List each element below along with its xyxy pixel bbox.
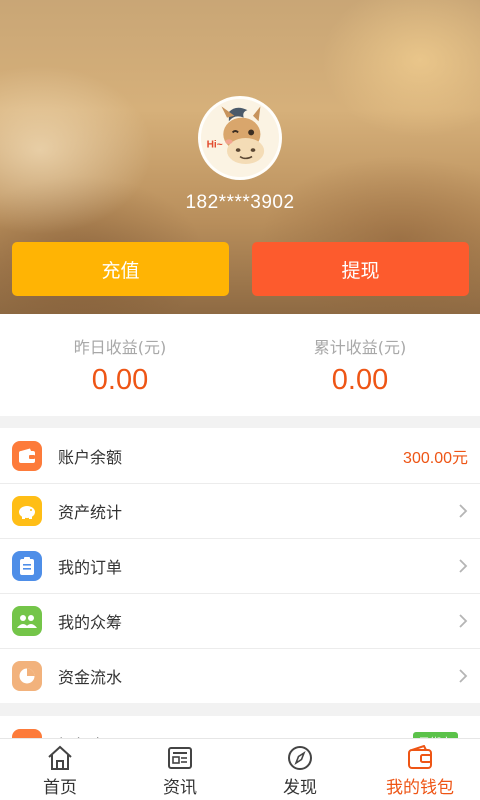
chevron-right-icon (459, 668, 468, 683)
menu-item-label: 我的订单 (58, 557, 123, 577)
group-icon (12, 605, 42, 636)
menu-item-label: 账户余额 (58, 447, 123, 467)
menu-item-label: 资金流水 (58, 667, 123, 687)
earnings-value: 0.00 (331, 364, 389, 396)
earnings-panel: 昨日收益(元) 0.00 累计收益(元) 0.00 (0, 314, 480, 416)
menu-item-label: 资产统计 (58, 502, 123, 522)
piggy-bank-icon (12, 495, 42, 526)
tab-wallet[interactable]: 我的钱包 (360, 739, 480, 800)
pie-chart-icon (12, 660, 42, 691)
compass-icon (288, 746, 312, 770)
chevron-right-icon (459, 503, 468, 518)
avatar[interactable]: Hi~ (198, 96, 282, 180)
menu-item-crowdfunding[interactable]: 我的众筹 (0, 593, 480, 648)
balance-value: 300.00元 (403, 449, 468, 467)
yesterday-earnings: 昨日收益(元) 0.00 (0, 314, 240, 416)
total-earnings: 累计收益(元) 0.00 (240, 314, 480, 416)
profile-header: Hi~ 182****3902 充值 提现 (0, 0, 480, 314)
menu-item-balance[interactable]: 账户余额 300.00元 (0, 428, 480, 483)
withdraw-button[interactable]: 提现 (252, 242, 469, 296)
wallet-tab-icon (408, 745, 432, 769)
tab-news[interactable]: 资讯 (120, 739, 240, 800)
horse-mascot-icon: Hi~ (201, 99, 279, 177)
home-icon (48, 745, 72, 770)
svg-text:Hi~: Hi~ (207, 139, 223, 150)
news-icon (168, 747, 192, 769)
menu-item-orders[interactable]: 我的订单 (0, 538, 480, 593)
earnings-value: 0.00 (91, 364, 149, 396)
tab-label: 资讯 (163, 778, 197, 798)
menu-item-assets[interactable]: 资产统计 (0, 483, 480, 538)
chevron-right-icon (459, 558, 468, 573)
earnings-label: 累计收益(元) (313, 338, 407, 357)
recharge-button[interactable]: 充值 (12, 242, 229, 296)
clipboard-icon (12, 550, 42, 581)
tab-home[interactable]: 首页 (0, 739, 120, 800)
tab-discover[interactable]: 发现 (240, 739, 360, 800)
wallet-icon (12, 440, 42, 471)
bottom-tab-bar: 首页 资讯 发现 我的钱包 (0, 738, 480, 800)
chevron-right-icon (459, 613, 468, 628)
menu-item-cashflow[interactable]: 资金流水 (0, 648, 480, 703)
wallet-menu: 账户余额 300.00元 资产统计 我的订单 我的众筹 资金流水 (0, 428, 480, 703)
earnings-label: 昨日收益(元) (73, 338, 167, 357)
tab-label: 我的钱包 (386, 778, 454, 798)
menu-item-label: 我的众筹 (58, 612, 123, 632)
tab-label: 发现 (283, 778, 317, 798)
tab-label: 首页 (43, 778, 77, 798)
user-phone: 182****3902 (185, 192, 295, 213)
